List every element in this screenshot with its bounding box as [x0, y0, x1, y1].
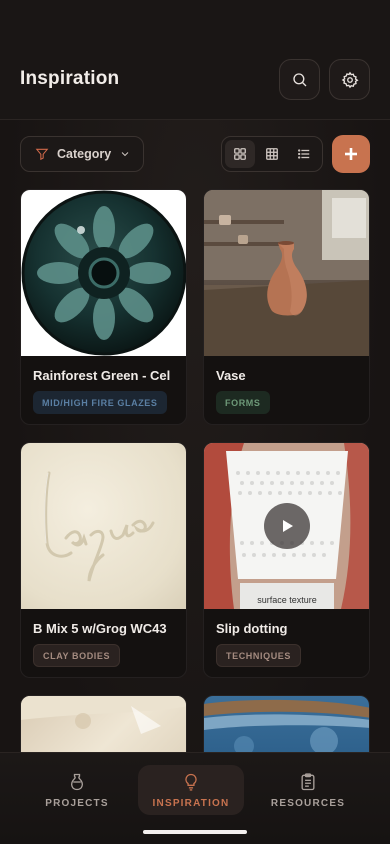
view-mode-toggle [221, 136, 323, 172]
inspiration-card[interactable]: Rainforest Green - Cel MID/HIGH FIRE GLA… [20, 189, 187, 425]
search-button[interactable] [279, 59, 320, 100]
view-large-grid-button[interactable] [225, 140, 255, 168]
settings-button[interactable] [329, 59, 370, 100]
lightbulb-icon [185, 773, 197, 791]
tab-label: INSPIRATION [152, 797, 230, 809]
plus-icon [345, 148, 357, 160]
list-icon [298, 149, 310, 159]
tab-label: PROJECTS [45, 797, 109, 809]
vase-icon [71, 773, 83, 790]
home-indicator[interactable] [143, 830, 247, 834]
inspiration-card[interactable]: Vase FORMS [203, 189, 370, 425]
category-tag: CLAY BODIES [33, 644, 121, 667]
search-icon [292, 72, 306, 86]
card-title: Rainforest Green - Cel [33, 368, 171, 383]
inspiration-card[interactable]: surface texture Slip dotting TECHNIQUES [203, 442, 370, 678]
category-label: Category [57, 147, 112, 161]
app-screen: Inspiration Category Rainforest Green - … [0, 0, 390, 844]
inspiration-card[interactable]: B Mix 5 w/Grog WC43 CLAY BODIES [20, 442, 187, 678]
tab-inspiration[interactable]: INSPIRATION [138, 765, 244, 815]
filter-icon [35, 148, 49, 161]
category-filter-button[interactable]: Category [20, 136, 144, 172]
view-list-button[interactable] [289, 140, 319, 168]
clipboard-icon [301, 772, 315, 790]
category-tag: FORMS [216, 391, 270, 414]
view-small-grid-button[interactable] [257, 140, 287, 168]
tab-resources[interactable]: RESOURCES [255, 765, 361, 815]
card-title: Slip dotting [216, 621, 288, 636]
slip-dotting-video-thumbnail: surface texture [204, 443, 369, 609]
category-tag: MID/HIGH FIRE GLAZES [33, 391, 167, 414]
card-title: Vase [216, 368, 246, 383]
chevron-down-icon [121, 152, 129, 157]
page-title: Inspiration [20, 68, 120, 89]
category-tag: TECHNIQUES [216, 644, 302, 667]
tab-projects[interactable]: PROJECTS [24, 765, 130, 815]
grid-large-icon [234, 148, 246, 160]
slip-image-text: surface texture [257, 595, 317, 605]
card-title: B Mix 5 w/Grog WC43 [33, 621, 167, 636]
vase-photo-image [204, 190, 369, 356]
play-icon [283, 520, 293, 532]
glaze-tile-image [21, 190, 186, 356]
top-bar: Inspiration [0, 0, 390, 120]
grid-small-icon [266, 148, 278, 160]
gear-icon [341, 71, 359, 88]
play-button[interactable] [264, 503, 310, 549]
tab-label: RESOURCES [270, 797, 346, 809]
add-inspiration-button[interactable] [332, 135, 370, 173]
clay-tile-image [21, 443, 186, 609]
